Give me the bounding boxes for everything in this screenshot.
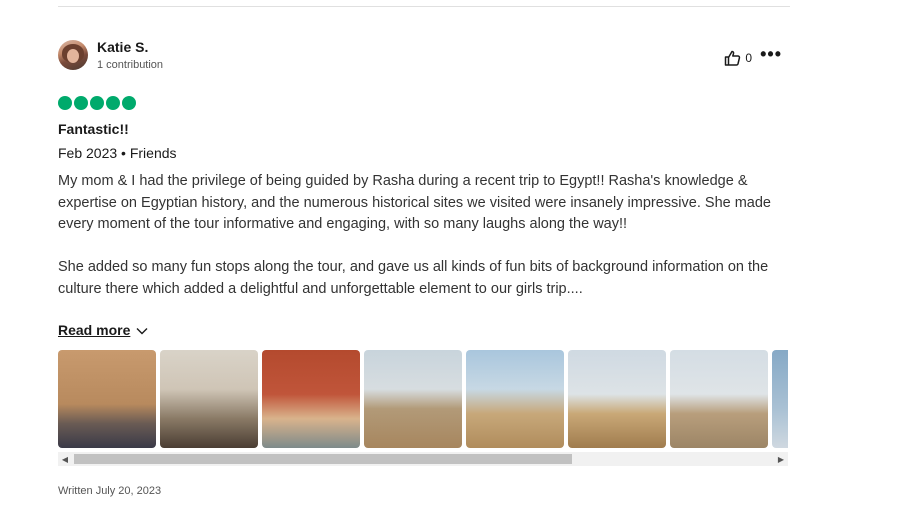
review-paragraph: My mom & I had the privilege of being gu… [58,173,771,232]
photo-pyramids-crowd[interactable] [364,350,462,448]
written-date: Written July 20, 2023 [58,485,162,497]
helpful-vote-button[interactable]: 0 [724,50,752,66]
review-body: My mom & I had the privilege of being gu… [58,171,790,300]
read-more-label: Read more [58,322,131,338]
more-options-button[interactable]: ••• [760,44,782,64]
photo-cut-off[interactable] [772,350,788,448]
rating-bubble [90,96,104,110]
photo-gallery [58,350,788,448]
rating-bubble [106,96,120,110]
author-contributions: 1 contribution [97,59,164,71]
chevron-down-icon [136,322,148,338]
avatar[interactable] [58,40,88,70]
photo-temple-interior[interactable] [58,350,156,448]
rating-bubbles [58,96,136,110]
scroll-right-arrow-icon[interactable]: ▶ [774,452,788,466]
rating-bubble [74,96,88,110]
more-options-icon: ••• [760,44,782,64]
top-divider [58,6,790,7]
photo-pyramids-posing[interactable] [466,350,564,448]
rating-bubble [58,96,72,110]
review-paragraph: She added so many fun stops along the to… [58,259,769,297]
photo-egyptian-museum[interactable] [262,350,360,448]
photo-papyrus-shop[interactable] [160,350,258,448]
read-more-link[interactable]: Read more [58,322,148,338]
scrollbar-thumb[interactable] [74,454,572,464]
helpful-count: 0 [745,51,752,65]
author-name[interactable]: Katie S. [97,39,148,55]
review-card: Katie S. 1 contribution 0 ••• Fantastic!… [58,38,790,497]
gallery-scrollbar[interactable]: ◀ ▶ [58,452,788,466]
review-header: Katie S. 1 contribution 0 ••• [58,38,790,74]
review-date-trip-type: Feb 2023 • Friends [58,145,177,161]
rating-bubble [122,96,136,110]
photo-camel-riders[interactable] [568,350,666,448]
thumbs-up-icon [724,50,741,66]
photo-tour-group[interactable] [670,350,768,448]
scroll-left-arrow-icon[interactable]: ◀ [58,452,72,466]
review-title: Fantastic!! [58,121,129,137]
